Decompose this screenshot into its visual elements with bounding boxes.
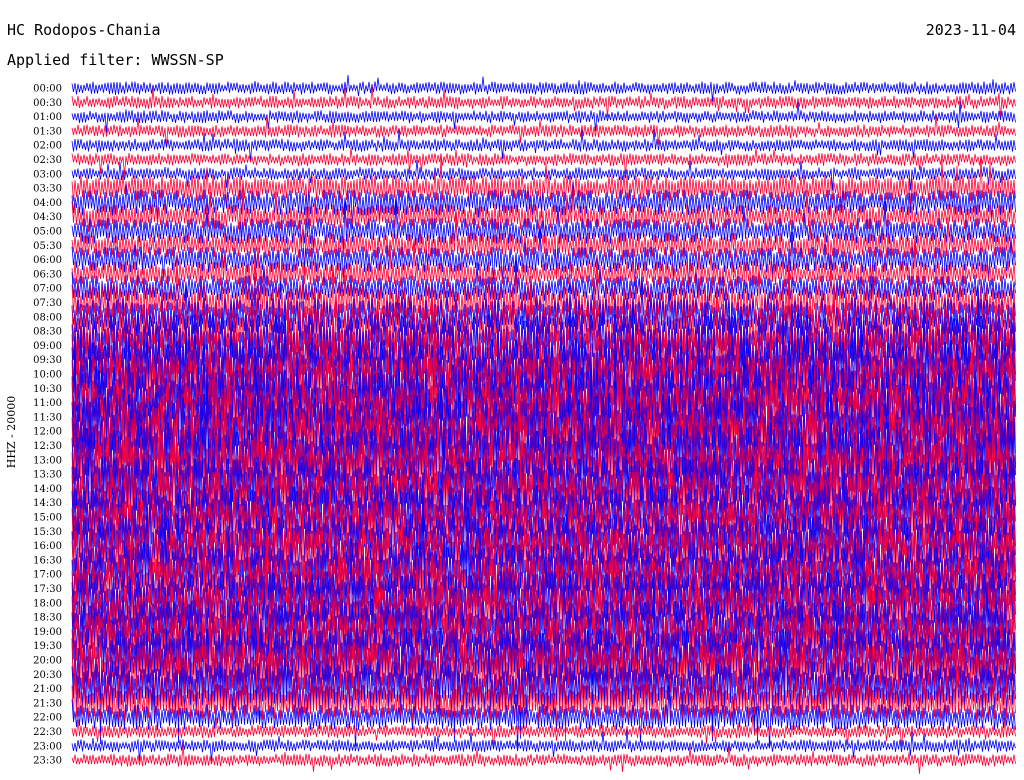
row-time-label: 08:30 <box>33 327 62 338</box>
row-time-label: 11:30 <box>33 412 62 423</box>
row-time-label: 07:00 <box>33 284 62 295</box>
row-time-label: 19:30 <box>33 641 62 652</box>
row-time-label: 19:00 <box>33 627 62 638</box>
row-time-label: 18:00 <box>33 598 62 609</box>
row-time-label: 04:30 <box>33 212 62 223</box>
row-time-label: 14:00 <box>33 484 62 495</box>
row-time-label: 01:30 <box>33 126 62 137</box>
row-time-label: 23:30 <box>33 756 62 767</box>
seismogram-plot: 00:00 00:30 01:00 01:30 02:00 02:30 03:00 03:30… <box>33 74 1016 774</box>
row-time-label: 01:00 <box>33 112 62 123</box>
row-time-label: 22:00 <box>33 713 62 724</box>
row-time-label: 06:30 <box>33 269 62 280</box>
row-time-label: 00:30 <box>33 98 62 109</box>
row-time-label: 21:00 <box>33 684 62 695</box>
row-time-label: 20:30 <box>33 670 62 681</box>
row-time-label: 15:30 <box>33 527 62 538</box>
row-time-label: 18:30 <box>33 613 62 624</box>
row-time-label: 09:30 <box>33 355 62 366</box>
row-time-label: 07:30 <box>33 298 62 309</box>
row-time-label: 21:30 <box>33 698 62 709</box>
row-time-label: 13:30 <box>33 470 62 481</box>
row-time-label: 13:00 <box>33 455 62 466</box>
row-time-label: 09:00 <box>33 341 62 352</box>
row-time-label: 08:00 <box>33 312 62 323</box>
row-time-label: 11:00 <box>33 398 62 409</box>
row-time-label: 03:30 <box>33 184 62 195</box>
row-time-label: 04:00 <box>33 198 62 209</box>
y-axis-label: HHZ - 20000 <box>4 395 18 469</box>
row-time-label: 22:30 <box>33 727 62 738</box>
row-time-label: 10:00 <box>33 370 62 381</box>
row-time-label: 23:00 <box>33 741 62 752</box>
row-time-label: 15:00 <box>33 513 62 524</box>
row-time-label: 10:30 <box>33 384 62 395</box>
row-time-label: 17:30 <box>33 584 62 595</box>
row-time-label: 20:00 <box>33 656 62 667</box>
row-time-label: 14:30 <box>33 498 62 509</box>
row-time-label: 05:00 <box>33 227 62 238</box>
row-time-label: 02:30 <box>33 155 62 166</box>
row-time-label: 17:00 <box>33 570 62 581</box>
row-time-label: 03:00 <box>33 169 62 180</box>
row-time-label: 16:30 <box>33 555 62 566</box>
row-time-label: 02:00 <box>33 141 62 152</box>
row-time-label: 12:00 <box>33 427 62 438</box>
row-time-label: 16:00 <box>33 541 62 552</box>
row-time-label: 05:30 <box>33 241 62 252</box>
row-time-label: 00:00 <box>33 84 62 95</box>
row-time-label: 06:00 <box>33 255 62 266</box>
row-time-label: 12:30 <box>33 441 62 452</box>
